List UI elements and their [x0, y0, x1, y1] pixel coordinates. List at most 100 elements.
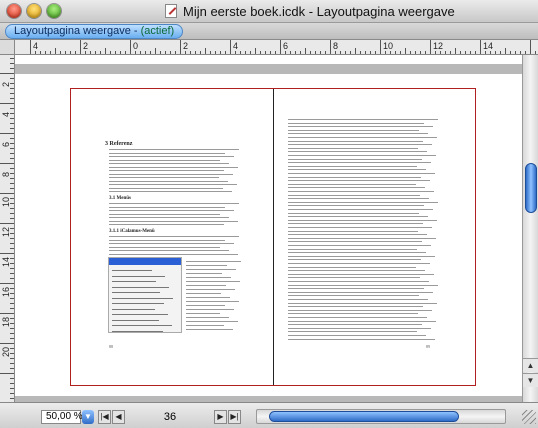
- ruler-tick: [305, 48, 306, 54]
- text-line: [288, 245, 431, 246]
- ruler-corner[interactable]: [0, 40, 15, 55]
- scroll-down-icon[interactable]: ▼: [523, 373, 538, 387]
- zoom-field[interactable]: 50,00 %: [41, 410, 83, 424]
- ruler-label: 10: [383, 41, 394, 51]
- right-page[interactable]: 89: [274, 89, 475, 385]
- menu-row: [112, 314, 168, 315]
- ruler-tick: [110, 51, 111, 54]
- next-page-icon[interactable]: ▶: [214, 410, 227, 424]
- ruler-tick: [10, 338, 14, 339]
- text-line: [186, 269, 236, 270]
- ruler-tick: [520, 51, 521, 54]
- page-number-field[interactable]: 36: [145, 410, 195, 424]
- zoom-button[interactable]: [47, 4, 61, 18]
- ruler-tick: [175, 51, 176, 54]
- ruler-tick: [340, 51, 341, 54]
- ruler-tick: [10, 123, 14, 124]
- text-line: [288, 241, 422, 243]
- text-line: [186, 277, 231, 278]
- text-line: [288, 137, 437, 138]
- text-line: [288, 263, 430, 264]
- ruler-tick: [220, 51, 221, 54]
- horizontal-ruler[interactable]: 4 2 0 2 4 6 8 10 12 14: [15, 40, 538, 55]
- menu-row: [112, 292, 160, 293]
- scroll-up-icon[interactable]: ▲: [523, 358, 538, 372]
- ruler-tick: [460, 51, 461, 54]
- ruler-tick: [10, 158, 14, 159]
- minimize-button[interactable]: [27, 4, 41, 18]
- ruler-tick: [10, 98, 14, 99]
- window-title: Mijn eerste boek.icdk - Layoutpagina wee…: [183, 4, 455, 19]
- ruler-tick: [470, 51, 471, 54]
- ruler-tick: [435, 51, 436, 54]
- text-line: [109, 177, 219, 178]
- text-line: [288, 302, 437, 304]
- ruler-tick: [10, 298, 14, 299]
- close-button[interactable]: [7, 4, 21, 18]
- ruler-tick: [290, 51, 291, 54]
- text-line: [288, 140, 423, 142]
- text-line: [288, 259, 421, 261]
- first-page-icon[interactable]: |◀: [98, 410, 111, 424]
- horizontal-scroll-thumb[interactable]: [269, 411, 459, 422]
- vertical-scrollbar[interactable]: ▲ ▼: [522, 55, 538, 402]
- text-line: [288, 234, 427, 236]
- tab-layout-view[interactable]: Layoutpagina weergave - (actief): [5, 24, 184, 39]
- ruler-tick: [0, 343, 14, 344]
- ruler-label: 2: [83, 41, 89, 51]
- ruler-tick: [100, 51, 101, 54]
- ruler-tick: [50, 51, 51, 54]
- text-line: [288, 266, 416, 268]
- ruler-tick: [500, 51, 501, 54]
- text-line: [186, 329, 233, 330]
- text-line: [288, 237, 436, 239]
- prev-page-icon[interactable]: ◀: [112, 410, 125, 424]
- ruler-label: 18: [1, 316, 11, 327]
- ruler-tick: [10, 303, 14, 304]
- ruler-tick: [135, 51, 136, 54]
- text-line: [288, 331, 417, 333]
- ruler-label: 16: [1, 286, 11, 297]
- ruler-tick: [525, 51, 526, 54]
- ruler-label: 14: [1, 256, 11, 267]
- ruler-tick: [260, 51, 261, 54]
- ruler-tick: [40, 51, 41, 54]
- menu-row: [112, 275, 165, 277]
- ruler-tick: [0, 223, 14, 224]
- ruler-label: 0: [133, 41, 139, 51]
- ruler-tick: [0, 283, 14, 284]
- ruler-tick: [10, 68, 14, 69]
- vertical-scroll-thumb[interactable]: [525, 163, 537, 213]
- ruler-tick: [320, 51, 321, 54]
- left-page[interactable]: 3 Referenz 3.1 Menüs 3.1.1 iCalamus-Menü…: [71, 89, 273, 385]
- ruler-tick: [10, 78, 14, 79]
- ruler-tick: [480, 40, 481, 54]
- text-line: [288, 126, 433, 128]
- ruler-tick: [10, 63, 14, 64]
- text-line: [288, 191, 434, 192]
- horizontal-scrollbar[interactable]: [256, 409, 506, 424]
- text-line: [288, 273, 434, 275]
- ruler-tick: [10, 328, 14, 329]
- text-line: [288, 284, 438, 286]
- ruler-tick: [10, 243, 14, 244]
- ruler-tick: [35, 51, 36, 54]
- text-line: [288, 281, 429, 282]
- ruler-tick: [10, 333, 14, 334]
- ruler-tick: [465, 51, 466, 54]
- chevron-down-icon[interactable]: ▼: [82, 410, 94, 424]
- ruler-tick: [360, 51, 361, 54]
- menu-row: [112, 303, 164, 304]
- ruler-tick: [10, 138, 14, 139]
- vertical-ruler[interactable]: 2 4 6 8 10 12 14 16 18 20: [0, 55, 15, 402]
- ruler-tick: [10, 88, 14, 89]
- page-spread[interactable]: 3 Referenz 3.1 Menüs 3.1.1 iCalamus-Menü…: [70, 88, 476, 386]
- layout-canvas[interactable]: 3 Referenz 3.1 Menüs 3.1.1 iCalamus-Menü…: [15, 55, 522, 402]
- resize-grip-icon[interactable]: [522, 410, 536, 424]
- ruler-tick: [275, 51, 276, 54]
- last-page-icon[interactable]: ▶|: [228, 410, 241, 424]
- ruler-tick: [10, 93, 14, 94]
- ruler-tick: [10, 388, 14, 389]
- text-line: [109, 159, 220, 161]
- text-line: [288, 155, 436, 156]
